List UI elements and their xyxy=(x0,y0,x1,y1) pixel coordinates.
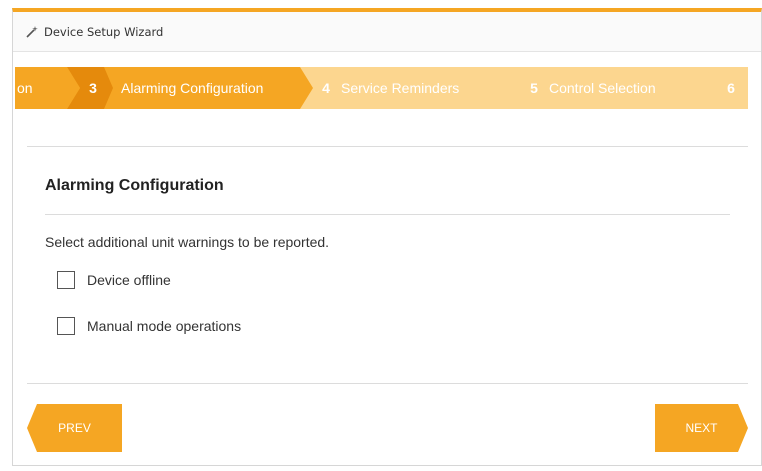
instruction-text: Select additional unit warnings to be re… xyxy=(45,234,330,250)
step-label: on xyxy=(17,80,33,96)
divider xyxy=(45,214,730,215)
panel-header: Device Setup Wizard xyxy=(13,12,761,52)
step-alarming-configuration[interactable]: 3 Alarming Configuration xyxy=(67,67,313,109)
step-label: Alarming Configuration xyxy=(121,80,264,96)
device-offline-checkbox[interactable] xyxy=(57,271,75,289)
section-title: Alarming Configuration xyxy=(45,177,224,194)
magic-wand-icon xyxy=(25,25,39,39)
step-label: Control Selection xyxy=(549,80,656,96)
wizard-steps: on 6 5 Control Selection 4 Service Remin… xyxy=(15,67,748,109)
step-control-selection[interactable]: 5 Control Selection xyxy=(505,67,718,109)
option-manual-mode-operations[interactable]: Manual mode operations xyxy=(57,317,241,335)
next-button[interactable]: NEXT xyxy=(655,404,748,452)
option-device-offline[interactable]: Device offline xyxy=(57,271,171,289)
wizard-title: Device Setup Wizard xyxy=(44,24,164,39)
step-label: Service Reminders xyxy=(341,80,460,96)
prev-button[interactable]: PREV xyxy=(27,404,122,452)
step-service-reminders[interactable]: 4 Service Reminders xyxy=(297,67,521,109)
option-label[interactable]: Device offline xyxy=(87,272,171,288)
divider xyxy=(27,383,748,384)
option-label[interactable]: Manual mode operations xyxy=(87,318,241,334)
manual-mode-operations-checkbox[interactable] xyxy=(57,317,75,335)
divider xyxy=(27,146,748,147)
